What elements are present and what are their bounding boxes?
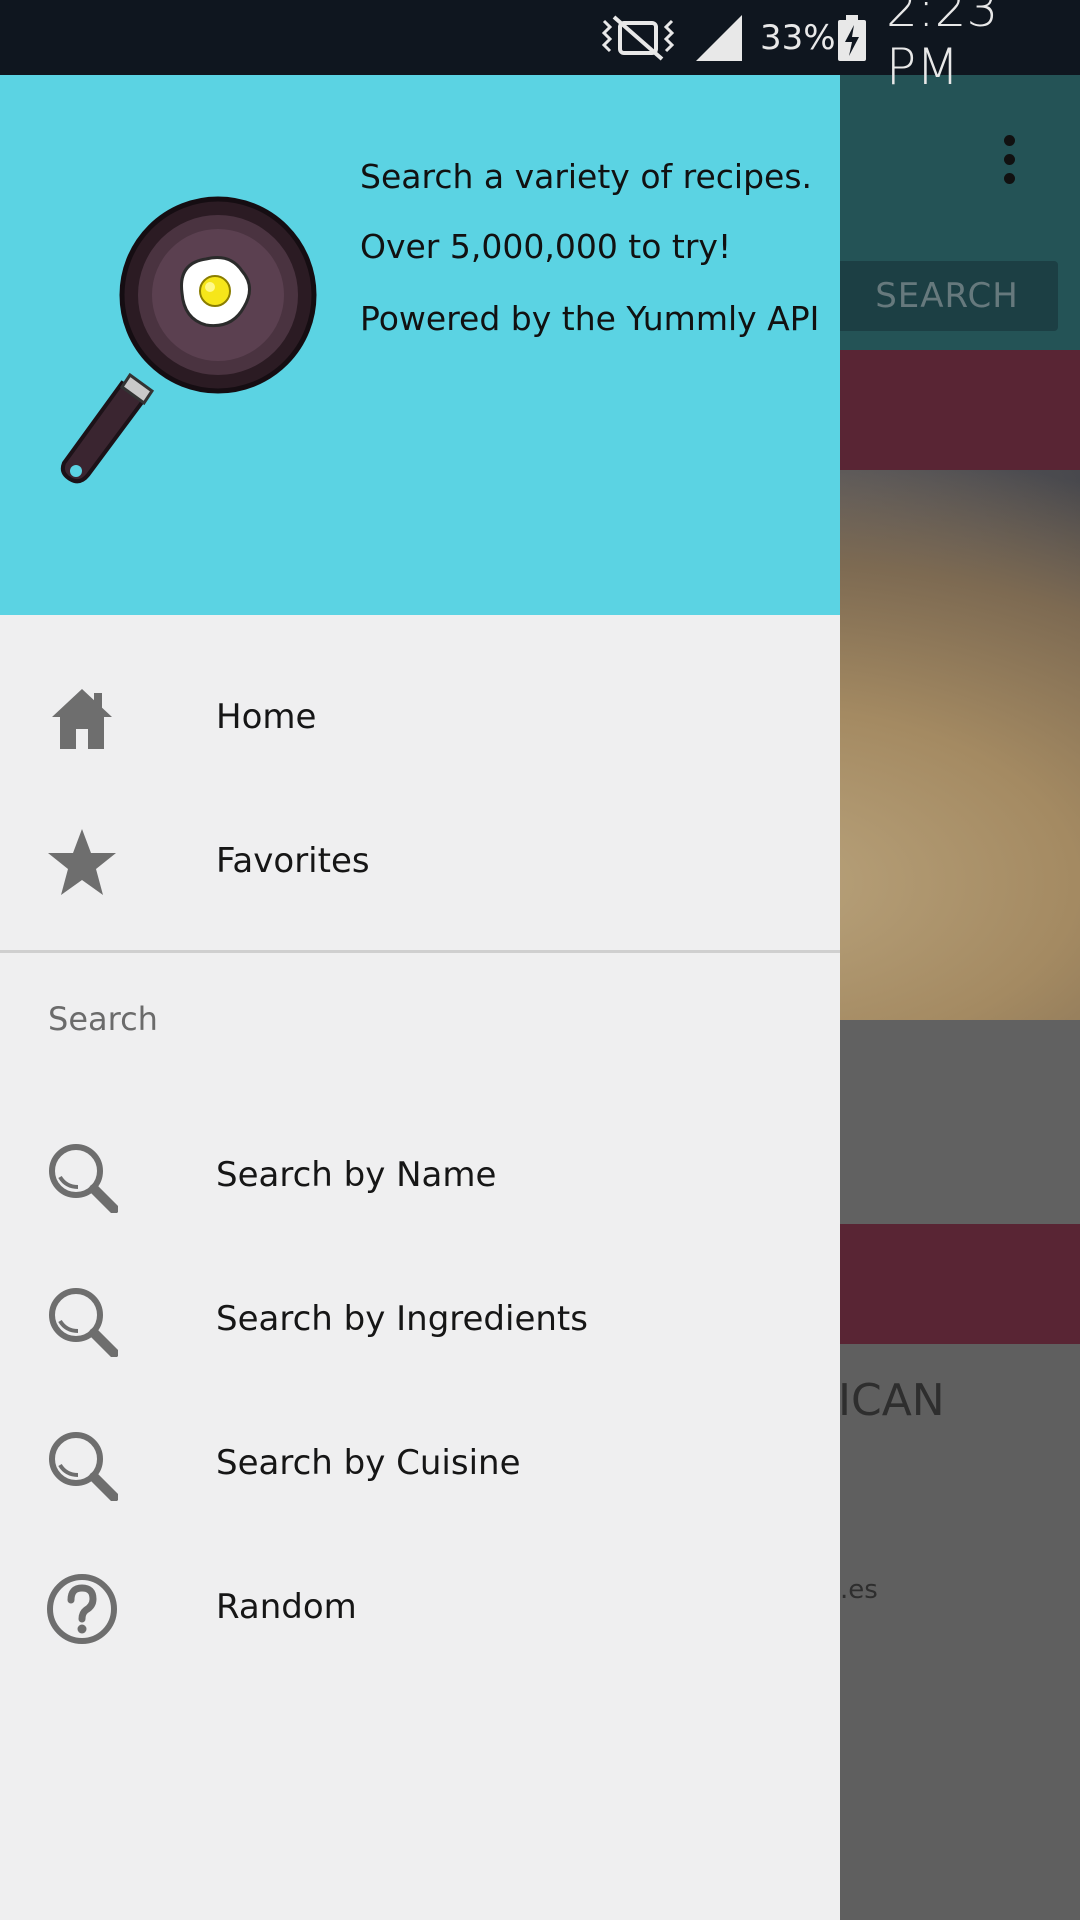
section-title: Search: [48, 1000, 158, 1038]
drawer-item-label: Search by Ingredients: [216, 1299, 588, 1339]
drawer-item-label: Search by Name: [216, 1155, 497, 1195]
frying-pan-logo-icon: [60, 195, 325, 495]
card-subtitle: .es: [840, 1575, 878, 1605]
status-bar: 33% 2:23 PM: [0, 0, 1080, 96]
drawer-item-label: Random: [216, 1587, 357, 1627]
battery-charging-icon: [836, 0, 868, 75]
mute-icon: [600, 0, 676, 75]
signal-icon: [694, 0, 744, 75]
tagline: Search a variety of recipes.: [360, 157, 813, 196]
drawer-item-label: Search by Cuisine: [216, 1443, 521, 1483]
battery-percent: 33%: [760, 17, 836, 58]
drawer-item-search-by-ingredients[interactable]: Search by Ingredients: [0, 1249, 840, 1389]
clock: 2:23 PM: [886, 0, 999, 96]
tagline: Over 5,000,000 to try!: [360, 227, 732, 266]
drawer-item-label: Home: [216, 697, 317, 737]
home-icon: [46, 683, 118, 755]
star-icon: [46, 827, 118, 899]
tagline: Powered by the Yummly API: [360, 299, 820, 338]
drawer-item-favorites[interactable]: Favorites: [0, 791, 840, 931]
divider: [0, 950, 840, 953]
drawer-item-search-by-cuisine[interactable]: Search by Cuisine: [0, 1393, 840, 1533]
card-title: ICAN: [838, 1375, 945, 1426]
drawer-item-search-by-name[interactable]: Search by Name: [0, 1105, 840, 1245]
help-circle-icon: [46, 1573, 118, 1645]
navigation-drawer: Search a variety of recipes. Over 5,000,…: [0, 75, 840, 1920]
drawer-item-home[interactable]: Home: [0, 647, 840, 787]
search-icon: [46, 1141, 119, 1214]
search-icon: [46, 1429, 119, 1502]
search-icon: [46, 1285, 119, 1358]
overflow-menu-icon[interactable]: [994, 135, 1024, 195]
drawer-header: Search a variety of recipes. Over 5,000,…: [0, 75, 840, 615]
drawer-item-random[interactable]: Random: [0, 1537, 840, 1677]
drawer-item-label: Favorites: [216, 841, 370, 881]
search-button[interactable]: SEARCH: [836, 261, 1058, 331]
